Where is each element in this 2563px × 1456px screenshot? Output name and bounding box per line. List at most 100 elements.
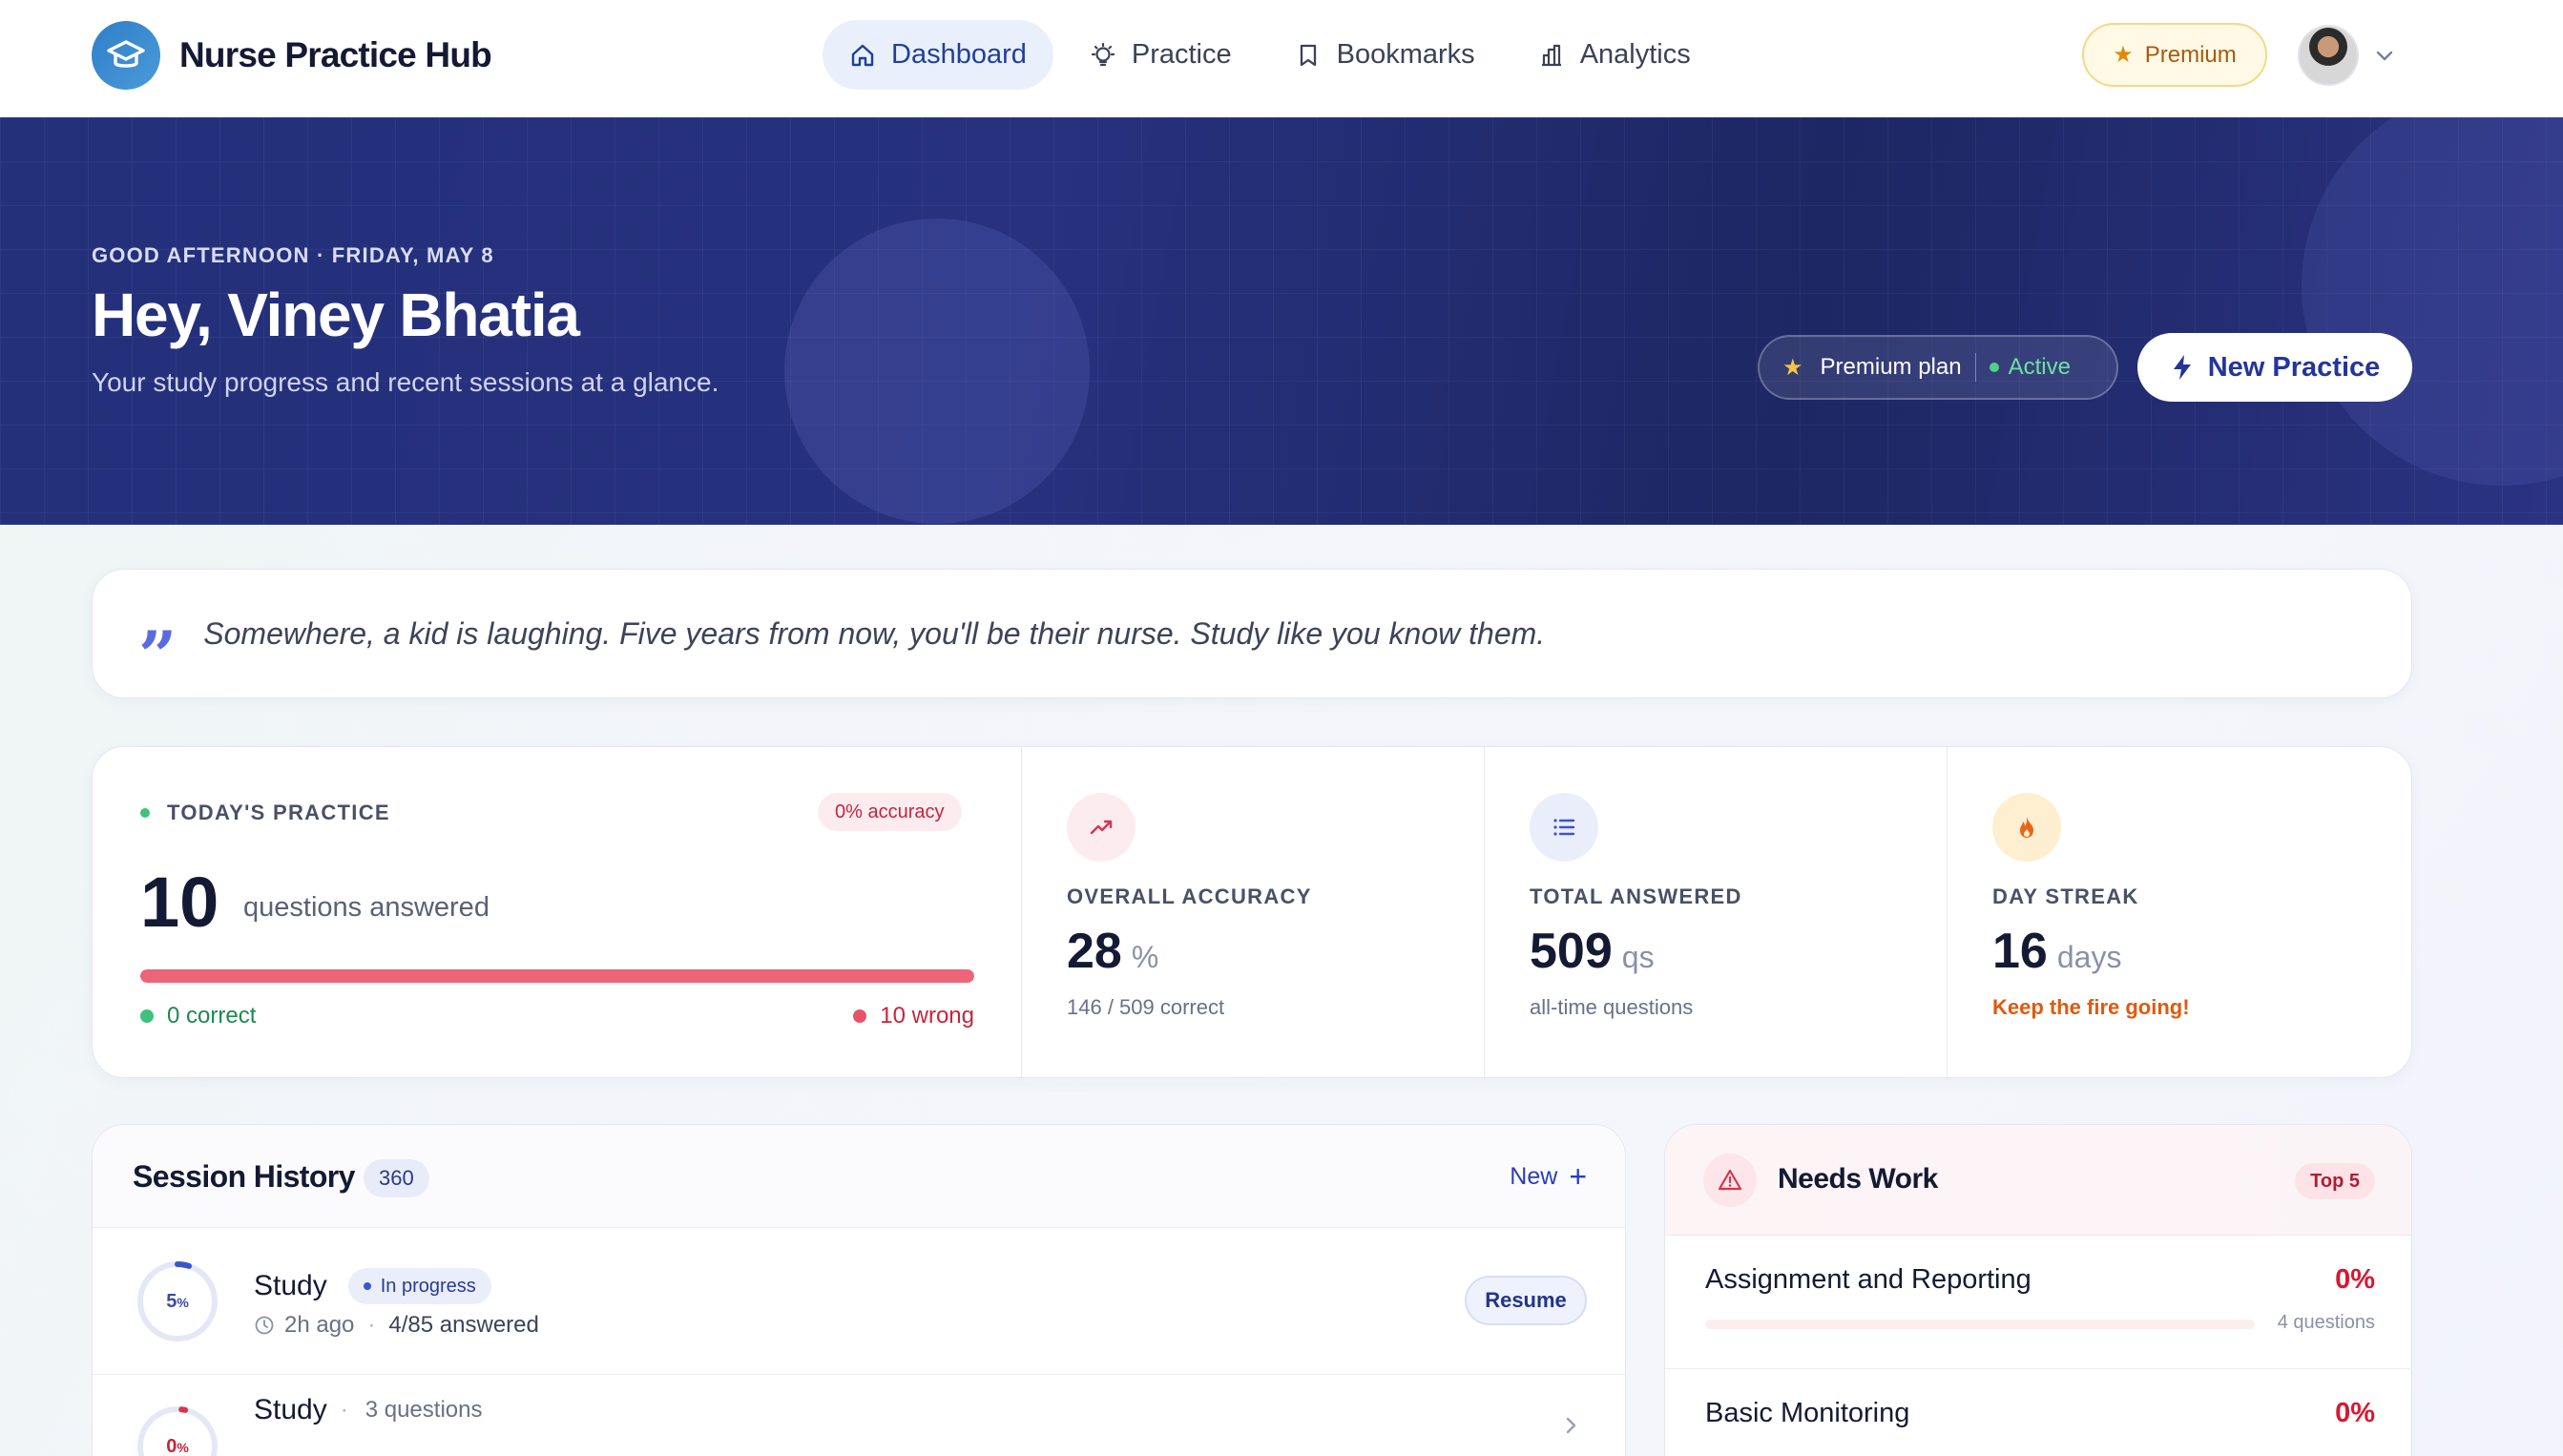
nav-dashboard-label: Dashboard: [891, 39, 1027, 70]
metric-value: 28 %: [1067, 923, 1158, 980]
plan-label: Premium plan: [1820, 354, 1962, 380]
chevron-down-icon[interactable]: [2372, 43, 2397, 68]
plus-icon: +: [1569, 1159, 1587, 1194]
todays-practice-label: TODAY'S PRACTICE: [140, 801, 390, 825]
separator: ·: [340, 1397, 348, 1423]
todays-count: 10: [140, 863, 219, 942]
metric-value: 16 days: [1992, 923, 2121, 980]
todays-practice-title: TODAY'S PRACTICE: [167, 801, 390, 824]
metric-value: 509 qs: [1530, 923, 1655, 980]
new-practice-label: New Practice: [2207, 351, 2381, 383]
motivational-quote-card: ” Somewhere, a kid is laughing. Five yea…: [92, 569, 2412, 698]
metric-unit: days: [2056, 940, 2122, 974]
section-title: Session History: [133, 1159, 355, 1194]
needs-work-header: Needs Work Top 5: [1665, 1125, 2411, 1236]
metric-number: 16: [1992, 924, 2048, 979]
nav-analytics[interactable]: Analytics: [1511, 20, 1718, 90]
topic-accuracy: 0%: [2335, 1398, 2375, 1428]
new-session-label: New: [1510, 1162, 1558, 1190]
metric-label: DAY STREAK: [1992, 884, 2139, 908]
star-icon: ★: [2113, 42, 2134, 68]
list-icon: [1530, 793, 1598, 862]
session-row[interactable]: 0% Study · 3 questions: [93, 1375, 1625, 1456]
status-dot: [140, 808, 150, 818]
metric-number: 28: [1067, 924, 1122, 979]
graduation-cap-icon: [92, 21, 160, 90]
bar-chart-icon: [1541, 44, 1561, 66]
topic-progress-bar: [1705, 1320, 2255, 1329]
wrong-label: 10 wrong: [880, 1003, 974, 1029]
progress-ring: 0%: [136, 1405, 219, 1456]
metric-label: OVERALL ACCURACY: [1067, 884, 1312, 908]
hero-decor-circle: [784, 218, 1090, 524]
plan-status-pill: ★ Premium plan Active: [1758, 335, 2118, 400]
needs-work-card: Needs Work Top 5 Assignment and Reportin…: [1664, 1124, 2412, 1456]
topic-question-count: 4 questions: [2277, 1312, 2375, 1333]
todays-progress-fill: [140, 969, 974, 983]
bulb-icon: [1091, 42, 1115, 66]
correct-count: 0 correct: [140, 1003, 256, 1030]
greeting: GOOD AFTERNOON · FRIDAY, MAY 8: [92, 243, 494, 267]
brand[interactable]: Nurse Practice Hub: [92, 21, 492, 90]
todays-count-unit: questions answered: [243, 892, 490, 923]
topic-name: Assignment and Reporting: [1705, 1264, 2032, 1295]
session-name: Study: [254, 1394, 327, 1425]
new-practice-button[interactable]: New Practice: [2137, 333, 2412, 402]
topic-accuracy: 0%: [2335, 1264, 2375, 1295]
plan-status: Active: [2008, 354, 2071, 380]
correct-dot: [140, 1009, 154, 1023]
session-answered: 4/85 answered: [388, 1312, 539, 1338]
page-subtitle: Your study progress and recent sessions …: [92, 367, 719, 397]
bookmark-icon: [1300, 44, 1316, 66]
trend-up-icon: [1067, 793, 1136, 862]
session-questions: 3 questions: [365, 1397, 483, 1423]
progress-ring: 5%: [136, 1260, 219, 1342]
nav-practice[interactable]: Practice: [1063, 20, 1259, 90]
progress-text: 0%: [166, 1435, 189, 1456]
weak-topic-row[interactable]: Basic Monitoring 0%: [1665, 1369, 2411, 1456]
metric-subtext: 146 / 509 correct: [1067, 995, 1225, 1019]
quote-text: Somewhere, a kid is laughing. Five years…: [203, 615, 1546, 651]
session-time: 2h ago: [284, 1312, 355, 1338]
top-navigation-bar: Nurse Practice Hub Dashboard Practice Bo…: [0, 0, 2563, 117]
status-dot: [363, 1282, 371, 1290]
premium-button[interactable]: ★ Premium: [2082, 23, 2267, 87]
hero-banner: GOOD AFTERNOON · FRIDAY, MAY 8 Hey, Vine…: [0, 117, 2563, 525]
accuracy-badge: 0% accuracy: [818, 793, 962, 831]
session-row[interactable]: 5% Study In progress 2h ago · 4/85 answe…: [93, 1228, 1625, 1375]
avatar[interactable]: [2298, 25, 2359, 86]
metric-unit: %: [1131, 940, 1159, 974]
warning-icon: [1703, 1154, 1757, 1207]
session-meta: 2h ago · 4/85 answered: [254, 1312, 539, 1339]
topic-name: Basic Monitoring: [1705, 1398, 1910, 1428]
session-history-card: Session History 360 New + 5% Study In pr…: [92, 1124, 1626, 1456]
separator: ·: [367, 1312, 376, 1338]
correct-label: 0 correct: [167, 1003, 257, 1029]
nav-bookmarks-label: Bookmarks: [1336, 39, 1475, 70]
overall-accuracy-metric: OVERALL ACCURACY 28 % 146 / 509 correct: [1021, 747, 1483, 1079]
chevron-right-icon[interactable]: [1558, 1413, 1583, 1438]
new-session-button[interactable]: New +: [1510, 1161, 1587, 1192]
session-title: Study · 3 questions: [254, 1394, 482, 1426]
metric-subtext: Keep the fire going!: [1992, 995, 2190, 1019]
page-title: Hey, Viney Bhatia: [92, 281, 580, 349]
resume-button[interactable]: Resume: [1465, 1276, 1587, 1325]
quote-icon: ”: [138, 616, 177, 696]
metric-number: 509: [1530, 924, 1613, 979]
session-history-header: Session History 360 New +: [93, 1125, 1625, 1228]
nav-dashboard[interactable]: Dashboard: [823, 20, 1053, 90]
wrong-dot: [853, 1009, 867, 1023]
section-title: Needs Work: [1778, 1163, 1938, 1195]
in-progress-badge: In progress: [347, 1268, 491, 1304]
metric-unit: qs: [1621, 940, 1655, 974]
flame-icon: [1992, 793, 2061, 862]
clock-icon: [255, 1316, 274, 1335]
metric-label: TOTAL ANSWERED: [1530, 884, 1742, 908]
divider: [1974, 353, 1976, 382]
brand-name: Nurse Practice Hub: [179, 35, 492, 74]
top-badge: Top 5: [2295, 1163, 2375, 1199]
weak-topic-row[interactable]: Assignment and Reporting 0% 4 questions: [1665, 1236, 2411, 1369]
home-icon: [851, 44, 874, 66]
nav-bookmarks[interactable]: Bookmarks: [1268, 20, 1502, 90]
nav-practice-label: Practice: [1131, 39, 1232, 70]
